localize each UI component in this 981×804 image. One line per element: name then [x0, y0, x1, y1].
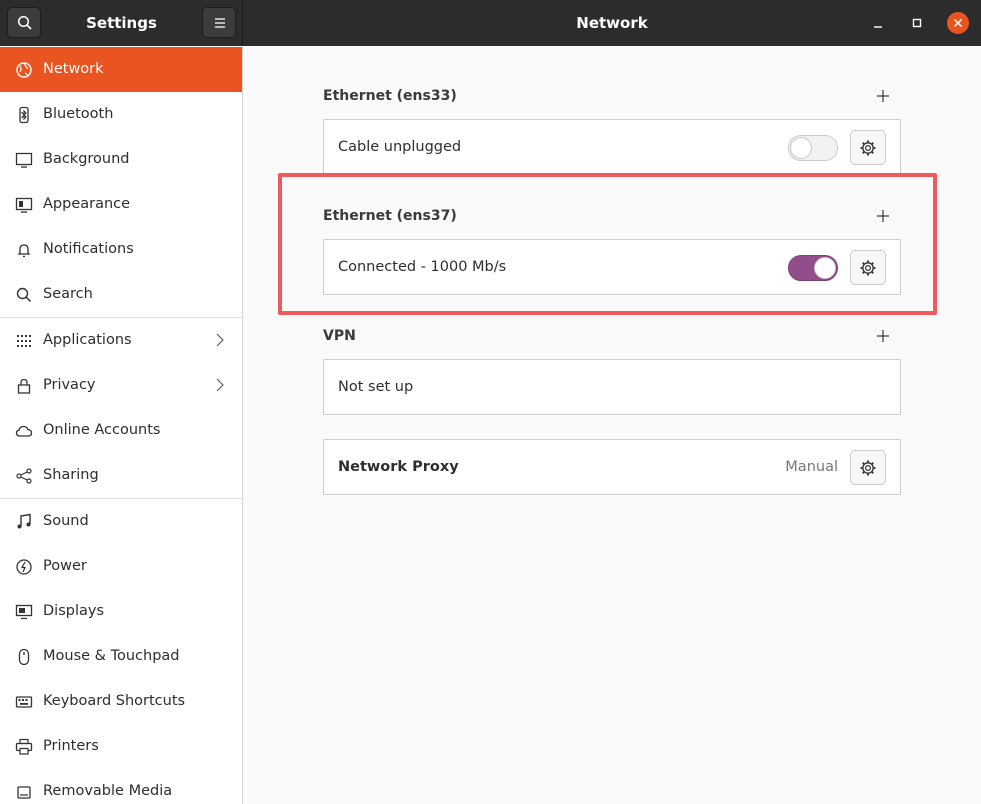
grid-icon [17, 335, 31, 347]
share-icon [16, 468, 32, 484]
lock-icon [17, 378, 31, 394]
sidebar-item-online-accounts[interactable]: Online Accounts [0, 408, 242, 453]
sidebar-item-search[interactable]: Search [0, 272, 242, 317]
minimize-button[interactable] [867, 12, 889, 34]
toggle-knob [790, 137, 812, 159]
chevron-right-icon [216, 378, 224, 392]
sidebar-item-label: Applications [43, 332, 132, 348]
connection-status: Cable unplugged [338, 139, 462, 155]
sidebar-header: Settings [0, 0, 243, 46]
sidebar-item-label: Privacy [43, 377, 96, 393]
sidebar-item-label: Background [43, 151, 130, 167]
network-panel: Ethernet (ens33) Cable unplugged Etherne… [244, 46, 981, 804]
sidebar-item-label: Sound [43, 513, 89, 529]
sidebar-item-applications[interactable]: Applications [0, 318, 242, 363]
maximize-button[interactable] [906, 12, 928, 34]
ethernet-ens33-settings-button[interactable] [850, 130, 886, 165]
keyboard-icon [15, 696, 33, 708]
sidebar-item-label: Search [43, 286, 93, 302]
power-icon [16, 559, 32, 575]
sidebar-item-label: Network [43, 61, 104, 77]
sidebar-item-background[interactable]: Background [0, 137, 242, 182]
sidebar-item-label: Power [43, 558, 87, 574]
network-icon [16, 62, 32, 78]
display-icon [15, 604, 33, 620]
vpn-row: Not set up [323, 359, 901, 415]
sidebar-item-keyboard-shortcuts[interactable]: Keyboard Shortcuts [0, 679, 242, 724]
mouse-icon [18, 648, 30, 666]
network-proxy-settings-button[interactable] [850, 450, 886, 485]
sidebar-item-sound[interactable]: Sound [0, 499, 242, 544]
sidebar-item-bluetooth[interactable]: Bluetooth [0, 92, 242, 137]
chevron-right-icon [216, 333, 224, 347]
ethernet-ens33-toggle[interactable] [788, 135, 838, 161]
header-bar: Settings Network [0, 0, 981, 46]
sidebar-item-label: Appearance [43, 196, 131, 212]
sidebar-item-removable-media[interactable]: Removable Media [0, 769, 242, 804]
search-icon [16, 287, 32, 303]
ethernet-ens33-title: Ethernet (ens33) [323, 88, 457, 104]
sidebar-item-label: Removable Media [43, 783, 173, 799]
network-proxy-label: Network Proxy [338, 459, 459, 475]
sidebar-item-network[interactable]: Network [0, 47, 242, 92]
sidebar-item-label: Mouse & Touchpad [43, 648, 180, 664]
close-button[interactable] [947, 12, 969, 34]
settings-sidebar: Network Bluetooth Background Appearance … [0, 46, 243, 804]
sidebar-item-label: Bluetooth [43, 106, 114, 122]
add-connection-button[interactable] [876, 89, 890, 103]
vpn-status: Not set up [338, 379, 414, 395]
removable-media-icon [17, 786, 31, 799]
sidebar-item-notifications[interactable]: Notifications [0, 227, 242, 272]
music-note-icon [17, 513, 31, 529]
sidebar-item-displays[interactable]: Displays [0, 589, 242, 634]
sidebar-item-label: Displays [43, 603, 105, 619]
gear-icon [860, 460, 876, 476]
sidebar-item-label: Online Accounts [43, 422, 161, 438]
maximize-icon [912, 18, 922, 28]
menu-button[interactable] [202, 7, 236, 38]
sidebar-item-sharing[interactable]: Sharing [0, 453, 242, 498]
sidebar-item-appearance[interactable]: Appearance [0, 182, 242, 227]
ethernet-ens33-row: Cable unplugged [323, 119, 901, 175]
sidebar-item-printers[interactable]: Printers [0, 724, 242, 769]
sidebar-item-label: Keyboard Shortcuts [43, 693, 186, 709]
cloud-icon [15, 425, 33, 437]
sidebar-item-label: Sharing [43, 467, 99, 483]
minimize-icon [874, 26, 882, 28]
sidebar-item-privacy[interactable]: Privacy [0, 363, 242, 408]
close-icon [953, 18, 963, 28]
vpn-title: VPN [323, 328, 356, 344]
network-proxy-row[interactable]: Network Proxy Manual [323, 439, 901, 495]
sidebar-item-mouse-touchpad[interactable]: Mouse & Touchpad [0, 634, 242, 679]
hamburger-menu-icon [215, 18, 225, 28]
printer-icon [15, 738, 33, 755]
bluetooth-icon [19, 106, 29, 124]
sidebar-item-label: Printers [43, 738, 99, 754]
add-vpn-button[interactable] [876, 329, 890, 343]
appearance-icon [15, 197, 33, 213]
bell-icon [17, 244, 31, 258]
background-icon [15, 152, 33, 168]
proxy-status: Manual [785, 459, 838, 475]
sidebar-item-label: Notifications [43, 241, 134, 257]
sidebar-item-power[interactable]: Power [0, 544, 242, 589]
gear-icon [860, 140, 876, 156]
highlight-annotation-box [278, 173, 937, 315]
